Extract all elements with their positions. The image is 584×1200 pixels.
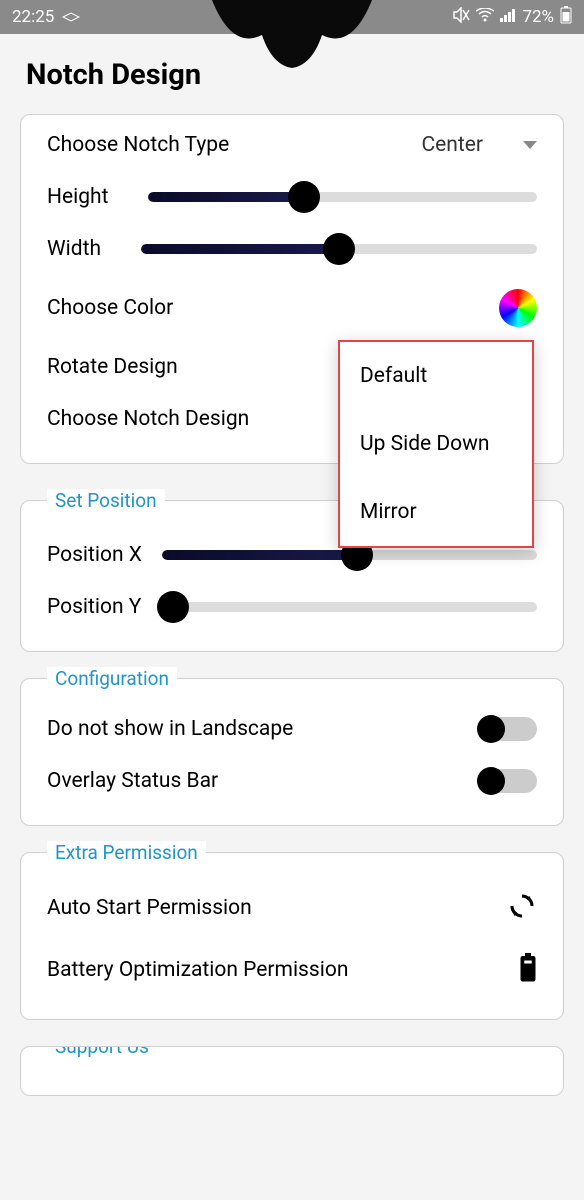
color-wheel-icon[interactable]: [499, 289, 537, 327]
support-title: Support Us: [47, 1046, 157, 1058]
battery-opt-row[interactable]: Battery Optimization Permission: [47, 939, 537, 1001]
config-card: Configuration Do not show in Landscape O…: [20, 678, 564, 826]
choose-type-value: Center: [421, 133, 483, 157]
refresh-icon: [507, 891, 537, 925]
landscape-row: Do not show in Landscape: [47, 703, 537, 755]
position-title: Set Position: [47, 489, 165, 512]
height-label: Height: [47, 185, 108, 209]
battery-icon: [560, 6, 572, 29]
height-slider[interactable]: [148, 185, 537, 209]
rotate-design-label: Rotate Design: [47, 355, 178, 379]
choose-color-label: Choose Color: [47, 296, 173, 320]
status-left: 22:25: [12, 7, 80, 27]
status-right: 72%: [452, 6, 572, 29]
status-notif-icon: [62, 7, 80, 27]
status-time: 22:25: [12, 7, 54, 27]
popup-item-mirror[interactable]: Mirror: [340, 478, 532, 546]
battery-icon: [519, 953, 537, 987]
popup-item-default[interactable]: Default: [340, 342, 532, 410]
overlay-row: Overlay Status Bar: [47, 755, 537, 807]
overlay-toggle[interactable]: [479, 769, 537, 793]
choose-color-row[interactable]: Choose Color: [47, 275, 537, 341]
width-label: Width: [47, 237, 101, 261]
auto-start-row[interactable]: Auto Start Permission: [47, 877, 537, 939]
notch-shape: [212, 0, 372, 72]
overlay-label: Overlay Status Bar: [47, 769, 218, 793]
width-slider[interactable]: [141, 237, 537, 261]
choose-type-row[interactable]: Choose Notch Type Center: [47, 119, 537, 171]
rotate-popup: Default Up Side Down Mirror: [338, 340, 534, 548]
position-x-label: Position X: [47, 543, 142, 567]
wifi-icon: [476, 7, 494, 27]
position-y-row: Position Y: [47, 581, 537, 633]
position-y-slider[interactable]: [161, 595, 537, 619]
battery-opt-label: Battery Optimization Permission: [47, 958, 348, 982]
popup-item-upsidedown[interactable]: Up Side Down: [340, 410, 532, 478]
battery-percent: 72%: [522, 7, 554, 27]
permission-card: Extra Permission Auto Start Permission B…: [20, 852, 564, 1020]
chevron-down-icon: [523, 141, 537, 149]
width-row: Width: [47, 223, 537, 275]
support-row[interactable]: [47, 1071, 537, 1096]
signal-icon: [500, 7, 516, 27]
support-card: Support Us: [20, 1046, 564, 1096]
auto-start-label: Auto Start Permission: [47, 896, 252, 920]
choose-type-dropdown[interactable]: Center: [421, 133, 537, 157]
config-title: Configuration: [47, 667, 177, 690]
choose-design-label: Choose Notch Design: [47, 407, 249, 431]
permission-title: Extra Permission: [47, 841, 206, 864]
landscape-label: Do not show in Landscape: [47, 717, 293, 741]
mute-icon: [452, 7, 470, 28]
height-row: Height: [47, 171, 537, 223]
position-y-label: Position Y: [47, 595, 141, 619]
choose-type-label: Choose Notch Type: [47, 133, 229, 157]
landscape-toggle[interactable]: [479, 717, 537, 741]
